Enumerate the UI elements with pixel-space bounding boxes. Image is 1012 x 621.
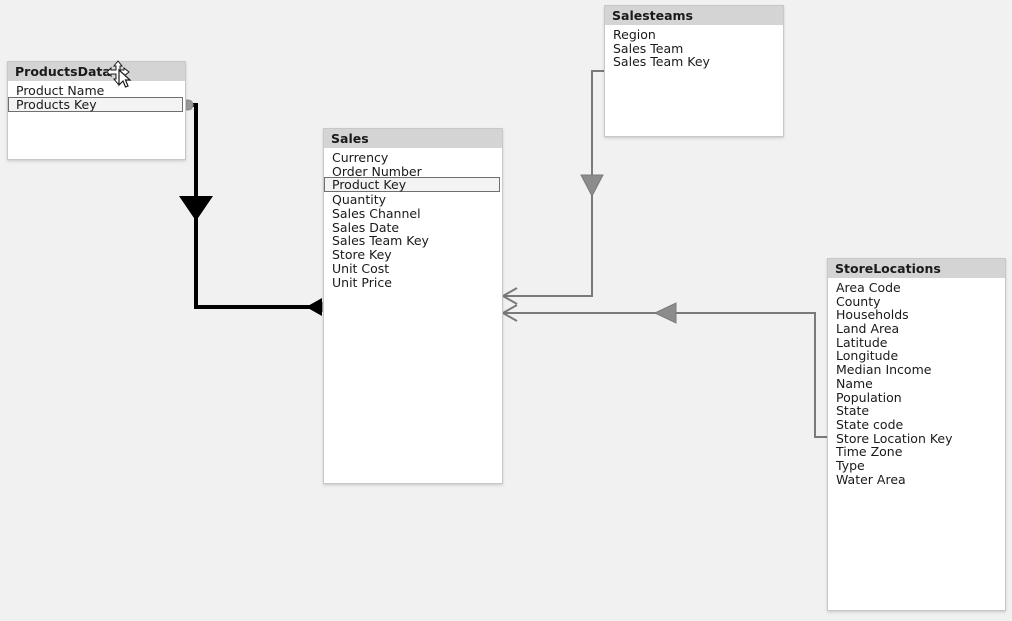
table-title-salesteams: Salesteams	[605, 6, 783, 26]
field-products-key[interactable]: Products Key	[8, 96, 183, 112]
field-state[interactable]: State	[828, 403, 1005, 417]
field-households[interactable]: Households	[828, 307, 1005, 321]
field-product-name[interactable]: Product Name	[8, 83, 185, 97]
field-land-area[interactable]: Land Area	[828, 321, 1005, 335]
field-name[interactable]: Name	[828, 376, 1005, 390]
field-sales-channel[interactable]: Sales Channel	[324, 206, 502, 220]
field-time-zone[interactable]: Time Zone	[828, 444, 1005, 458]
table-card-salesteams[interactable]: Salesteams Region Sales Team Sales Team …	[604, 5, 784, 137]
table-title-storelocations: StoreLocations	[828, 259, 1005, 279]
table-card-sales[interactable]: Sales Currency Order Number Product Key …	[323, 128, 503, 484]
field-median-income[interactable]: Median Income	[828, 362, 1005, 376]
field-list-productsdata: Product Name Products Key	[8, 82, 185, 112]
field-latitude[interactable]: Latitude	[828, 335, 1005, 349]
table-card-storelocations[interactable]: StoreLocations Area Code County Househol…	[827, 258, 1006, 611]
field-quantity[interactable]: Quantity	[324, 192, 502, 206]
field-water-area[interactable]: Water Area	[828, 472, 1005, 485]
field-order-number[interactable]: Order Number	[324, 164, 502, 177]
field-unit-price[interactable]: Unit Price	[324, 275, 502, 288]
field-population[interactable]: Population	[828, 390, 1005, 403]
relationship-products-sales[interactable]	[179, 99, 326, 316]
field-list-sales: Currency Order Number Product Key Quanti…	[324, 149, 502, 289]
table-title-sales: Sales	[324, 129, 502, 149]
field-region[interactable]: Region	[605, 27, 783, 41]
field-list-salesteams: Region Sales Team Sales Team Key	[605, 26, 783, 69]
table-title-productsdata: ProductsData	[8, 62, 185, 82]
field-unit-cost[interactable]: Unit Cost	[324, 261, 502, 275]
model-diagram-canvas[interactable]: ProductsData Product Name Products Key S…	[0, 0, 1012, 621]
field-county[interactable]: County	[828, 294, 1005, 307]
field-sales-team-key[interactable]: Sales Team Key	[324, 233, 502, 247]
relationship-salesteams-sales[interactable]	[500, 70, 604, 305]
field-list-storelocations: Area Code County Households Land Area La…	[828, 279, 1005, 486]
field-currency[interactable]: Currency	[324, 150, 502, 164]
field-sales-team-key[interactable]: Sales Team Key	[605, 54, 783, 68]
table-card-productsdata[interactable]: ProductsData Product Name Products Key	[7, 61, 186, 160]
field-store-key[interactable]: Store Key	[324, 247, 502, 261]
field-sales-team[interactable]: Sales Team	[605, 41, 783, 54]
field-type[interactable]: Type	[828, 458, 1005, 472]
relationship-stores-sales[interactable]	[500, 302, 827, 438]
field-state-code[interactable]: State code	[828, 417, 1005, 431]
field-store-location-key[interactable]: Store Location Key	[828, 431, 1005, 444]
field-product-key[interactable]: Product Key	[324, 177, 500, 193]
field-sales-date[interactable]: Sales Date	[324, 220, 502, 234]
field-longitude[interactable]: Longitude	[828, 348, 1005, 362]
field-area-code[interactable]: Area Code	[828, 280, 1005, 294]
